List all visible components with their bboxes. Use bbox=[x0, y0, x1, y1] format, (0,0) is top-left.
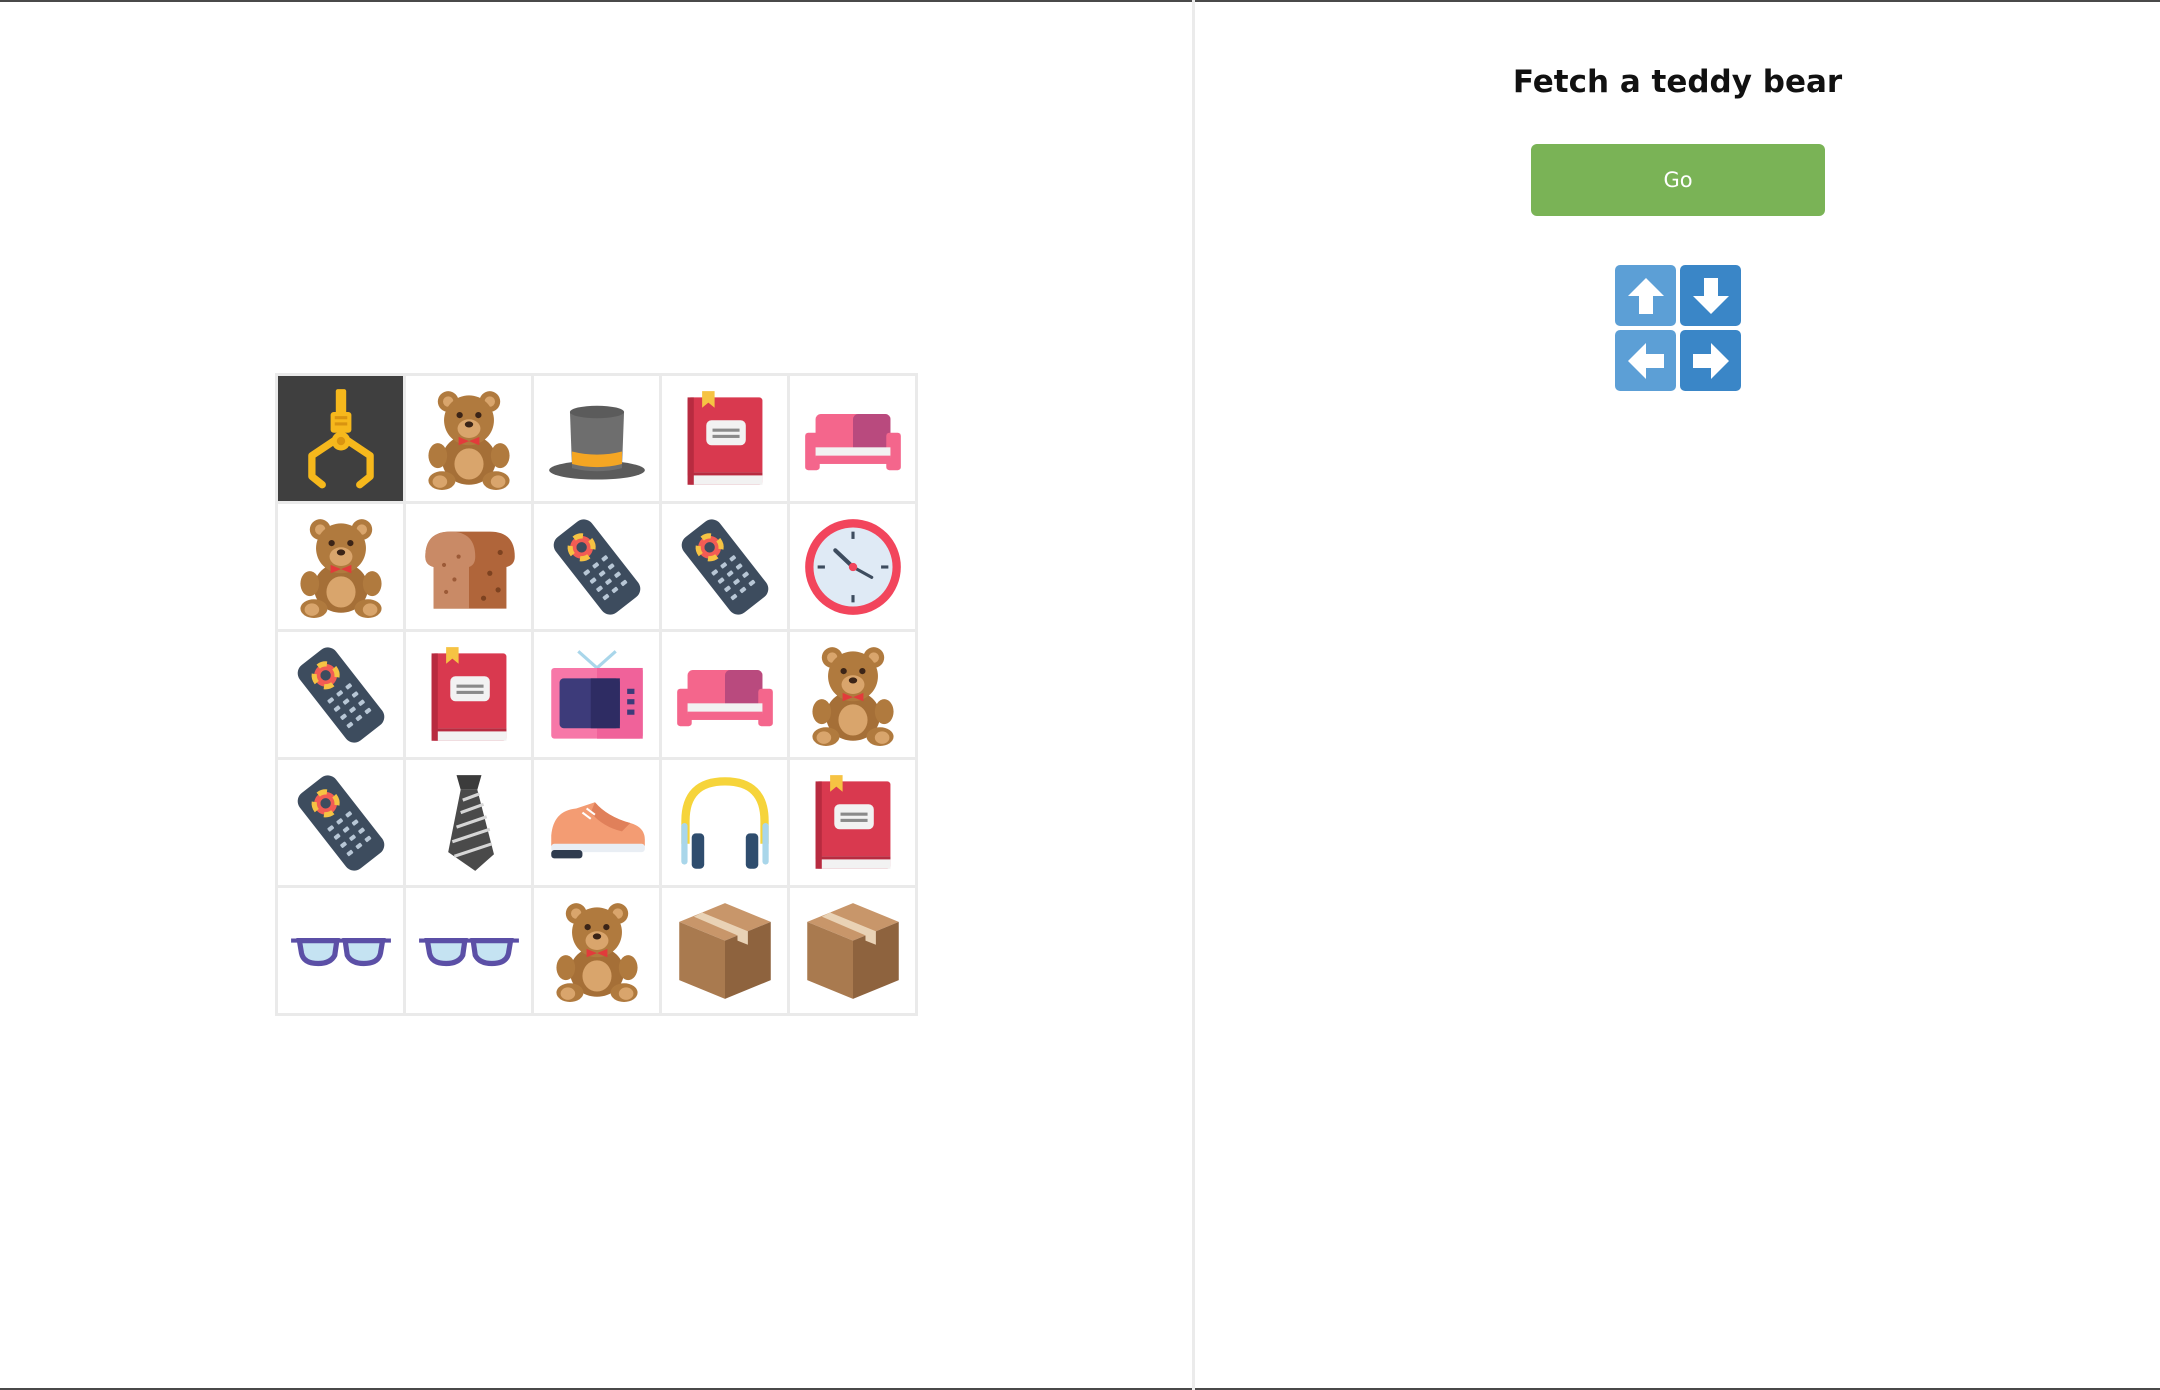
grid-cell bbox=[790, 376, 915, 501]
grid-cell bbox=[406, 504, 531, 629]
box-icon bbox=[801, 899, 905, 1003]
grid-cell bbox=[278, 504, 403, 629]
grid-cell bbox=[278, 888, 403, 1013]
grid-cell bbox=[790, 760, 915, 885]
arrow-left-icon bbox=[1624, 339, 1668, 383]
grid-cell bbox=[534, 888, 659, 1013]
remote-icon bbox=[545, 515, 649, 619]
clock-icon bbox=[801, 515, 905, 619]
bread-icon bbox=[417, 515, 521, 619]
teddy-bear-icon bbox=[801, 643, 905, 747]
grid-cell bbox=[662, 504, 787, 629]
teddy-bear-icon bbox=[417, 387, 521, 491]
grid-cell bbox=[406, 632, 531, 757]
tie-icon bbox=[417, 771, 521, 875]
grid-cell bbox=[534, 504, 659, 629]
item-grid bbox=[275, 373, 918, 1016]
grid-cell bbox=[790, 504, 915, 629]
right-arrow-button[interactable] bbox=[1680, 330, 1741, 391]
arrow-right-icon bbox=[1689, 339, 1733, 383]
grid-cell bbox=[278, 376, 403, 501]
remote-icon bbox=[289, 771, 393, 875]
claw-icon bbox=[289, 387, 393, 491]
top-hat-icon bbox=[545, 387, 649, 491]
up-arrow-button[interactable] bbox=[1615, 265, 1676, 326]
grid-cell bbox=[662, 632, 787, 757]
remote-icon bbox=[673, 515, 777, 619]
tv-icon bbox=[545, 643, 649, 747]
task-title: Fetch a teddy bear bbox=[1512, 64, 1843, 100]
teddy-bear-icon bbox=[289, 515, 393, 619]
down-arrow-button[interactable] bbox=[1680, 265, 1741, 326]
grid-cell bbox=[534, 376, 659, 501]
sofa-icon bbox=[673, 643, 777, 747]
control-pane: Fetch a teddy bear Go bbox=[1195, 0, 2160, 1390]
direction-pad bbox=[1615, 265, 1741, 391]
glasses-icon bbox=[289, 899, 393, 1003]
glasses-icon bbox=[417, 899, 521, 1003]
grid-cell bbox=[278, 632, 403, 757]
sofa-icon bbox=[801, 387, 905, 491]
grid-cell bbox=[406, 760, 531, 885]
teddy-bear-icon bbox=[545, 899, 649, 1003]
arrow-up-icon bbox=[1624, 274, 1668, 318]
grid-cell bbox=[534, 760, 659, 885]
grid-cell bbox=[534, 632, 659, 757]
book-icon bbox=[417, 643, 521, 747]
grid-cell bbox=[790, 632, 915, 757]
remote-icon bbox=[289, 643, 393, 747]
sneaker-icon bbox=[545, 771, 649, 875]
grid-cell bbox=[278, 760, 403, 885]
left-arrow-button[interactable] bbox=[1615, 330, 1676, 391]
grid-cell bbox=[406, 888, 531, 1013]
headphones-icon bbox=[673, 771, 777, 875]
box-icon bbox=[673, 899, 777, 1003]
grid-cell bbox=[790, 888, 915, 1013]
grid-cell bbox=[662, 760, 787, 885]
grid-cell bbox=[662, 888, 787, 1013]
go-button[interactable]: Go bbox=[1531, 144, 1825, 216]
grid-cell bbox=[406, 376, 531, 501]
grid-cell bbox=[662, 376, 787, 501]
game-board-pane bbox=[0, 0, 1195, 1390]
book-icon bbox=[801, 771, 905, 875]
book-icon bbox=[673, 387, 777, 491]
arrow-down-icon bbox=[1689, 274, 1733, 318]
